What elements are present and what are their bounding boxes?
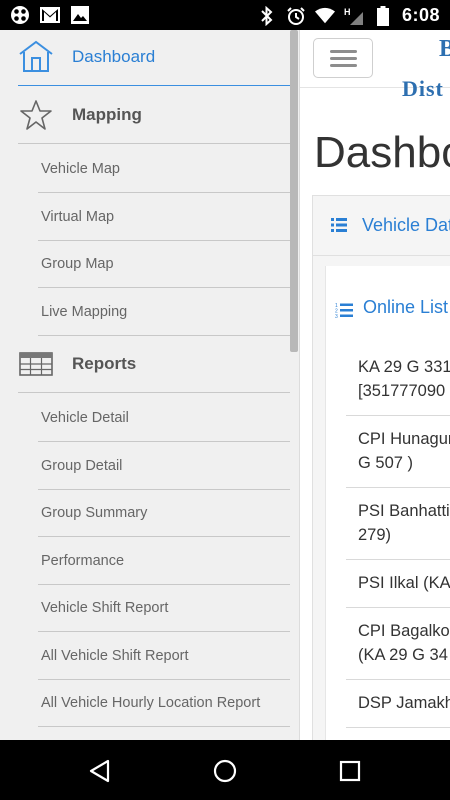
wifi-icon (314, 6, 335, 26)
brand-title-line2: Dist (402, 76, 444, 101)
status-time: 6:08 (401, 5, 440, 25)
gallery-icon (70, 5, 90, 25)
alarm-icon (286, 6, 306, 26)
list-icon (331, 218, 347, 237)
online-list-header: 123 Online List (326, 266, 450, 332)
online-list-item[interactable]: DSP Jamakh (346, 680, 450, 728)
drawer-item-label: Mapping (72, 105, 142, 124)
drawer-subitem-label: Group Map (41, 256, 114, 272)
signal-h-icon: H (344, 6, 364, 26)
app-icon (10, 5, 30, 25)
navigation-drawer: Dashboard Mapping Vehicle Map Virtual Ma… (0, 30, 300, 740)
ordered-list-icon: 123 (335, 302, 353, 323)
back-button[interactable] (87, 758, 113, 784)
drawer-subitem-label: Virtual Map (41, 209, 115, 225)
home-button[interactable] (212, 758, 238, 784)
drawer-subitem-label: All Vehicle Shift Report (41, 648, 189, 664)
drawer-subitem-label: Performance (41, 553, 125, 569)
drawer-subitem-label: Vehicle Detail (41, 410, 129, 426)
drawer-subitem-virtual-map[interactable]: Virtual Map (38, 194, 290, 241)
battery-icon (373, 5, 393, 26)
drawer-subitem-group-map[interactable]: Group Map (38, 241, 290, 288)
gmail-icon (40, 5, 60, 25)
star-icon (18, 98, 54, 132)
brand-title-line1: B (439, 36, 450, 62)
menu-toggle-button[interactable] (313, 38, 373, 78)
online-list-item[interactable]: KA 29 G 331 [351777090 (346, 344, 450, 416)
bluetooth-icon (257, 5, 277, 26)
drawer-subitem-live-mapping[interactable]: Live Mapping (38, 289, 290, 336)
online-list-item[interactable]: PSI Ilkal (KA (346, 560, 450, 608)
online-list-item[interactable]: CPI Bagalkot (KA 29 G 34 (346, 608, 450, 680)
drawer-subitem-label: Live Mapping (41, 304, 128, 320)
drawer-subitem-label: Vehicle Map (41, 161, 120, 177)
online-list-card: 123 Online List KA 29 G 331 [351777090 C… (325, 266, 450, 740)
recents-icon (339, 760, 361, 782)
system-navigation-bar (0, 740, 450, 800)
drawer-subitem-all-vehicle-hourly-location-report[interactable]: All Vehicle Hourly Location Report (38, 680, 290, 727)
drawer-item-dashboard[interactable]: Dashboard (18, 30, 290, 86)
drawer-subitem-performance[interactable]: Performance (38, 538, 290, 585)
drawer-subitem-label: Vehicle Shift Report (41, 600, 169, 616)
back-icon (89, 759, 110, 783)
svg-text:H: H (344, 7, 351, 17)
drawer-subitem-vehicle-shift-report[interactable]: Vehicle Shift Report (38, 585, 290, 632)
main-content: B Dist Dashbo Vehicle Data 123 Online Li… (300, 30, 450, 740)
home-icon (18, 40, 54, 74)
recents-button[interactable] (337, 758, 363, 784)
drawer-item-label: Dashboard (72, 47, 156, 66)
svg-text:3: 3 (335, 314, 338, 318)
online-list: KA 29 G 331 [351777090 CPI Hunagun G 507… (346, 344, 450, 728)
status-bar: H 6:08 (0, 0, 450, 30)
drawer-subitem-group-summary[interactable]: Group Summary (38, 490, 290, 537)
drawer-item-reports[interactable]: Reports (18, 337, 290, 393)
drawer-subitem-label: All Vehicle Hourly Location Report (41, 695, 261, 711)
online-list-item[interactable]: PSI Banhatti 279) (346, 488, 450, 560)
home-circle-icon (213, 759, 237, 783)
online-list-item[interactable]: CPI Hunagun G 507 ) (346, 416, 450, 488)
vehicle-data-title: Vehicle Data (362, 215, 450, 235)
drawer-subitem-vehicle-detail[interactable]: Vehicle Detail (38, 395, 290, 442)
drawer-scrollbar[interactable] (290, 30, 298, 352)
drawer-subitem-all-vehicle-shift-report[interactable]: All Vehicle Shift Report (38, 633, 290, 680)
drawer-subitem-label: Group Summary (41, 505, 148, 521)
drawer-subitem-vehicle-map[interactable]: Vehicle Map (38, 146, 290, 193)
vehicle-data-panel: Vehicle Data 123 Online List KA 29 G 331… (312, 195, 450, 740)
drawer-item-label: Reports (72, 354, 137, 373)
page-title: Dashbo (314, 128, 450, 177)
drawer-subitem-label: Group Detail (41, 458, 123, 474)
online-list-title: Online List (363, 297, 449, 317)
drawer-item-mapping[interactable]: Mapping (18, 88, 290, 144)
vehicle-data-panel-header[interactable]: Vehicle Data (313, 196, 450, 256)
drawer-subitem-group-detail[interactable]: Group Detail (38, 443, 290, 490)
table-icon (18, 347, 54, 381)
